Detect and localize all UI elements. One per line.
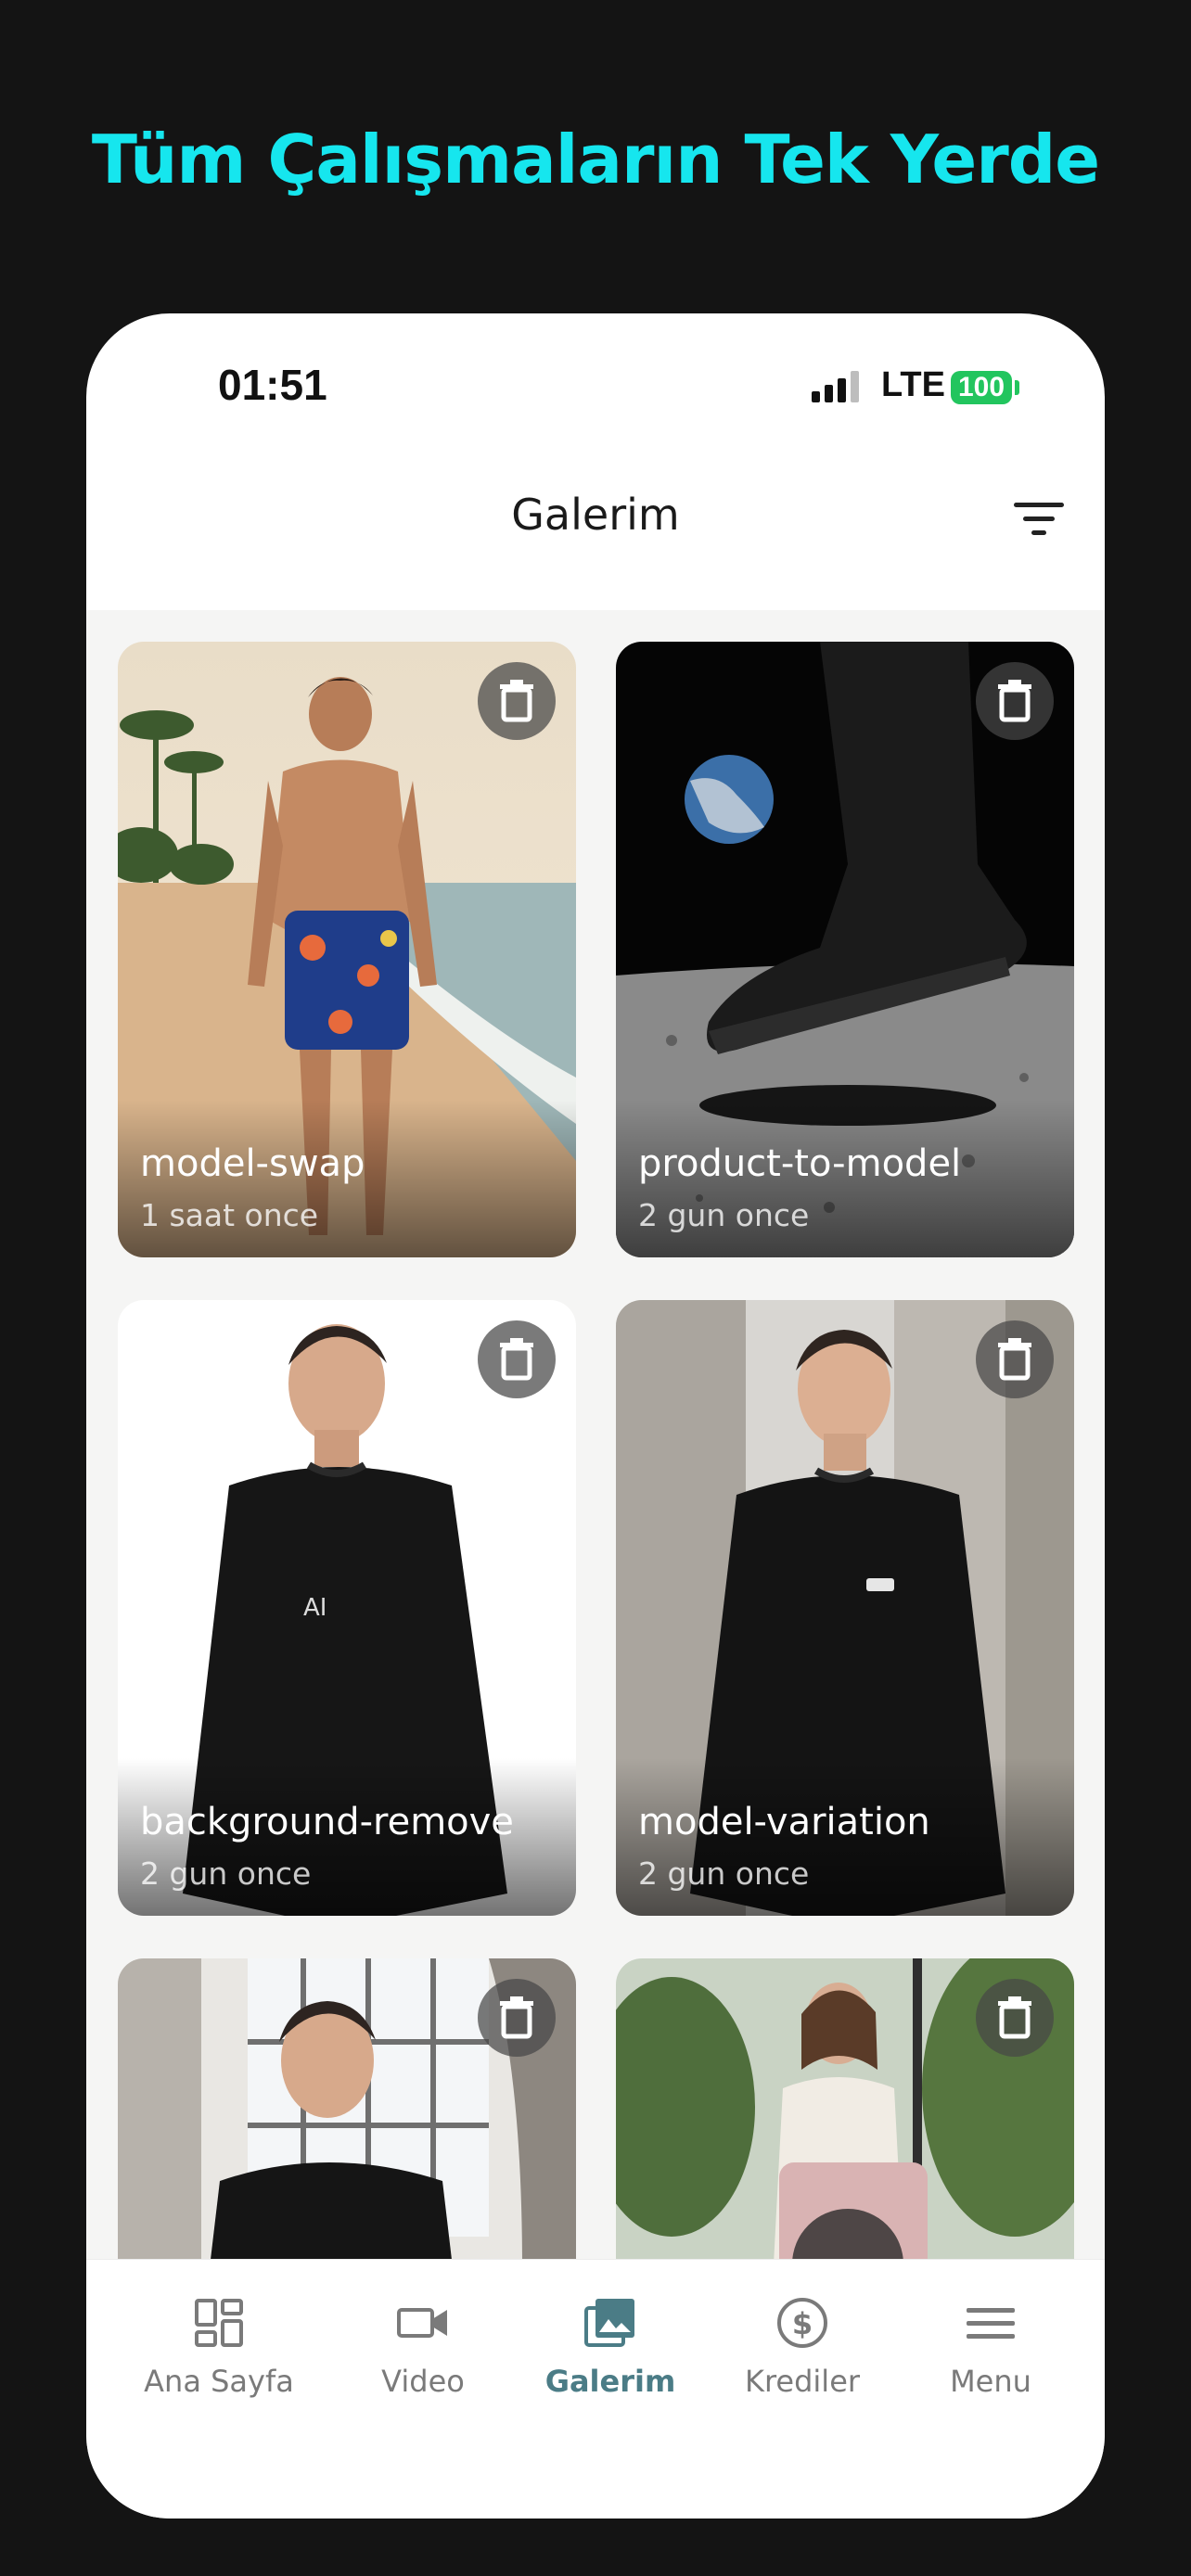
tab-galerim[interactable]: Galerim bbox=[518, 2295, 703, 2399]
item-time: 2 gun once bbox=[638, 1197, 810, 1233]
tab-label: Galerim bbox=[544, 2364, 676, 2399]
dashboard-icon bbox=[195, 2299, 243, 2347]
tab-video[interactable]: Video bbox=[330, 2295, 516, 2399]
gallery-icon bbox=[584, 2299, 634, 2347]
trash-icon[interactable] bbox=[976, 1320, 1054, 1398]
bottom-tab-bar: Ana Sayfa Video Galerim $ Krediler Menu bbox=[86, 2259, 1105, 2519]
gallery-grid: model-swap 1 saat once product-to-model … bbox=[86, 610, 1105, 2261]
item-time: 1 saat once bbox=[140, 1197, 319, 1233]
tab-label: Video bbox=[381, 2364, 465, 2399]
trash-icon[interactable] bbox=[478, 1320, 556, 1398]
tab-label: Ana Sayfa bbox=[144, 2364, 294, 2399]
trash-icon[interactable] bbox=[478, 1979, 556, 2057]
tab-label: Menu bbox=[950, 2364, 1031, 2399]
item-title: model-variation bbox=[638, 1801, 930, 1843]
signal-icon bbox=[812, 371, 859, 402]
video-camera-icon bbox=[397, 2308, 447, 2338]
item-title: product-to-model bbox=[638, 1142, 962, 1185]
tab-label: Krediler bbox=[744, 2364, 861, 2399]
promo-headline: Tüm Çalışmaların Tek Yerde bbox=[91, 121, 1100, 198]
tab-menu[interactable]: Menu bbox=[898, 2295, 1083, 2399]
svg-text:$: $ bbox=[792, 2306, 813, 2341]
item-title: model-swap bbox=[140, 1142, 365, 1185]
gallery-card[interactable]: AI background-remove 2 gun once bbox=[118, 1300, 576, 1916]
phone-frame: 01:51 LTE 100 Galerim model-swap 1 saat … bbox=[86, 313, 1105, 2519]
item-title: background-remove bbox=[140, 1801, 514, 1843]
gallery-card[interactable]: product-to-model 2 gun once bbox=[616, 642, 1074, 1257]
svg-text:AI: AI bbox=[303, 1594, 327, 1622]
app-header: Galerim bbox=[86, 453, 1105, 610]
battery-tip bbox=[1015, 380, 1019, 395]
network-type: LTE bbox=[881, 365, 945, 404]
menu-icon bbox=[967, 2308, 1015, 2339]
status-bar: 01:51 LTE 100 bbox=[86, 313, 1105, 453]
item-time: 2 gun once bbox=[638, 1855, 810, 1892]
battery-indicator: 100 bbox=[951, 371, 1012, 404]
trash-icon[interactable] bbox=[478, 662, 556, 740]
filter-icon[interactable] bbox=[1014, 499, 1064, 540]
gallery-card[interactable]: model-variation 2 gun once bbox=[616, 1300, 1074, 1916]
gallery-card[interactable] bbox=[118, 1958, 576, 2261]
page-title: Galerim bbox=[511, 490, 680, 540]
status-time: 01:51 bbox=[218, 361, 327, 409]
trash-icon[interactable] bbox=[976, 1979, 1054, 2057]
trash-icon[interactable] bbox=[976, 662, 1054, 740]
tab-krediler[interactable]: $ Krediler bbox=[710, 2295, 895, 2399]
dollar-coin-icon: $ bbox=[777, 2298, 827, 2348]
gallery-card[interactable]: model-swap 1 saat once bbox=[118, 642, 576, 1257]
item-time: 2 gun once bbox=[140, 1855, 312, 1892]
tab-ana-sayfa[interactable]: Ana Sayfa bbox=[126, 2295, 312, 2399]
gallery-card[interactable] bbox=[616, 1958, 1074, 2261]
